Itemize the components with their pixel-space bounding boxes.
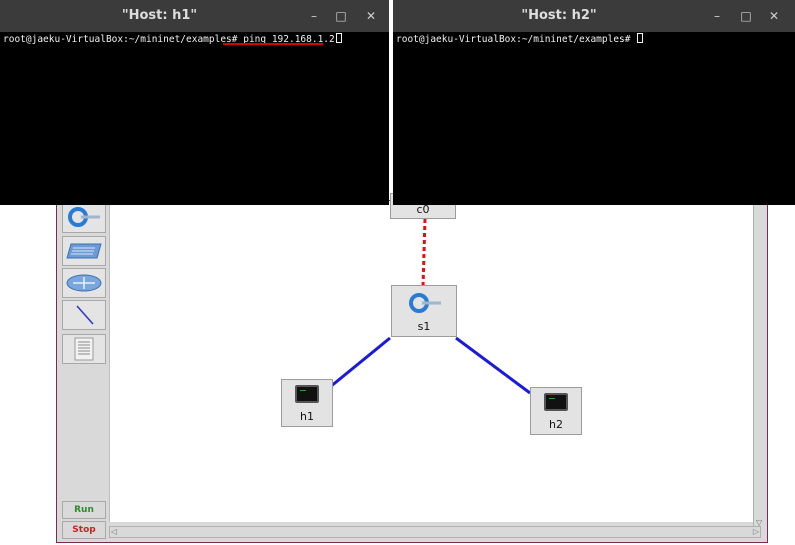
router-tool[interactable] [62, 268, 106, 298]
scroll-left-icon[interactable]: ◁ [111, 527, 117, 537]
terminal-icon [544, 393, 568, 411]
link-icon [76, 305, 94, 325]
controller-link[interactable] [421, 218, 427, 288]
switch-node-s1[interactable]: s1 [391, 285, 457, 337]
netlist-icon [74, 337, 94, 361]
controller-tool[interactable] [62, 201, 106, 233]
terminal-line[interactable]: root@jaeku-VirtualBox:~/mininet/examples… [396, 33, 644, 45]
link-s1-h2[interactable] [455, 336, 531, 395]
netlist-tool[interactable] [62, 334, 106, 364]
links-layer [329, 218, 531, 395]
minimize-button[interactable]: – [305, 7, 323, 25]
titlebar[interactable]: "Host: h1" – □ ✕ [0, 0, 389, 32]
terminal-icon [295, 385, 319, 403]
link-h1-s1[interactable] [329, 336, 391, 389]
window-title: "Host: h1" [121, 8, 198, 23]
tool-palette: Run Stop [59, 201, 109, 542]
terminal-window-h2[interactable]: "Host: h2" – □ ✕ root@jaeku-VirtualBox:~… [393, 0, 795, 205]
close-button[interactable]: ✕ [765, 7, 783, 25]
shell-prompt: root@jaeku-VirtualBox:~/mininet/examples… [396, 34, 637, 45]
horizontal-scrollbar[interactable]: ◁ ▷ [109, 526, 761, 538]
run-button[interactable]: Run [62, 501, 106, 519]
stop-button[interactable]: Stop [62, 521, 106, 539]
switch-icon [66, 243, 102, 259]
terminal-window-h1[interactable]: "Host: h1" – □ ✕ root@jaeku-VirtualBox:~… [0, 0, 389, 205]
switch-label: s1 [417, 320, 431, 333]
host-node-h2[interactable]: h2 [530, 387, 582, 435]
topology-canvas[interactable]: c0 s1 h1 h2 [109, 193, 755, 522]
maximize-button[interactable]: □ [737, 7, 755, 25]
miniedit-window: Run Stop c0 s1 h1 h2 ▽ ◁ ▷ [56, 193, 768, 543]
close-button[interactable]: ✕ [362, 7, 380, 25]
text-cursor [637, 33, 644, 43]
annotation-underline [223, 43, 323, 45]
vertical-scrollbar[interactable]: ▽ [753, 201, 765, 528]
titlebar[interactable]: "Host: h2" – □ ✕ [393, 0, 795, 32]
text-cursor [335, 33, 342, 43]
controller-icon [68, 207, 100, 227]
link-tool[interactable] [62, 300, 106, 330]
minimize-button[interactable]: – [708, 7, 726, 25]
host-label: h1 [300, 410, 314, 423]
maximize-button[interactable]: □ [332, 7, 350, 25]
window-title: "Host: h2" [521, 8, 597, 23]
host-label: h2 [549, 418, 563, 431]
scroll-right-icon[interactable]: ▷ [753, 527, 759, 537]
shell-prompt: root@jaeku-VirtualBox:~/mininet/examples… [3, 34, 244, 45]
switch-tool[interactable] [62, 236, 106, 266]
host-node-h1[interactable]: h1 [281, 379, 333, 427]
switch-icon [409, 293, 441, 313]
router-icon [66, 274, 102, 292]
